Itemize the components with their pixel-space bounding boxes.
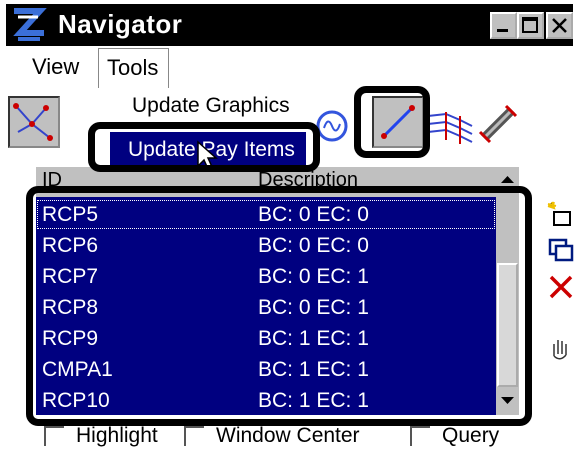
window-center-option[interactable]: Window Center	[184, 424, 360, 458]
highlight-option[interactable]: Highlight	[44, 424, 158, 458]
network-tool-button[interactable]	[8, 96, 60, 148]
window-title: Navigator	[58, 9, 183, 39]
profile-tool-icon[interactable]	[426, 104, 476, 148]
menu-tools[interactable]: Tools	[98, 48, 170, 88]
window-center-label: Window Center	[216, 424, 360, 447]
navigator-window: Navigator View Tools Update Graphics Upd…	[0, 0, 579, 463]
menu-item-update-graphics[interactable]: Update Graphics	[132, 94, 352, 118]
menu-bar: View Tools	[6, 48, 573, 88]
maximize-button[interactable]	[517, 12, 544, 39]
close-icon	[552, 18, 567, 33]
pipe-tool-icon[interactable]	[476, 102, 520, 146]
highlight-label: Highlight	[76, 424, 158, 447]
query-checkbox[interactable]	[410, 426, 430, 447]
hand-icon[interactable]	[546, 334, 576, 364]
menu-view[interactable]: View	[32, 54, 79, 80]
network-icon	[13, 103, 53, 141]
copy-icon[interactable]	[546, 236, 576, 266]
new-item-icon[interactable]	[546, 200, 576, 230]
maximize-icon	[522, 17, 538, 33]
window-center-checkbox[interactable]	[184, 426, 204, 447]
navigator-app-icon	[13, 8, 47, 41]
minimize-button[interactable]	[490, 12, 517, 39]
callout-pay-item-list	[26, 186, 532, 426]
delete-icon[interactable]	[546, 272, 576, 302]
highlight-checkbox[interactable]	[44, 426, 64, 447]
query-label: Query	[442, 424, 500, 447]
scroll-up-icon[interactable]	[499, 173, 516, 185]
callout-line-tool	[354, 86, 430, 158]
minimize-icon	[497, 29, 508, 32]
callout-update-pay-items	[88, 122, 320, 172]
close-button[interactable]	[546, 12, 573, 39]
title-bar[interactable]: Navigator	[6, 4, 573, 46]
query-option[interactable]: Query	[410, 424, 499, 458]
